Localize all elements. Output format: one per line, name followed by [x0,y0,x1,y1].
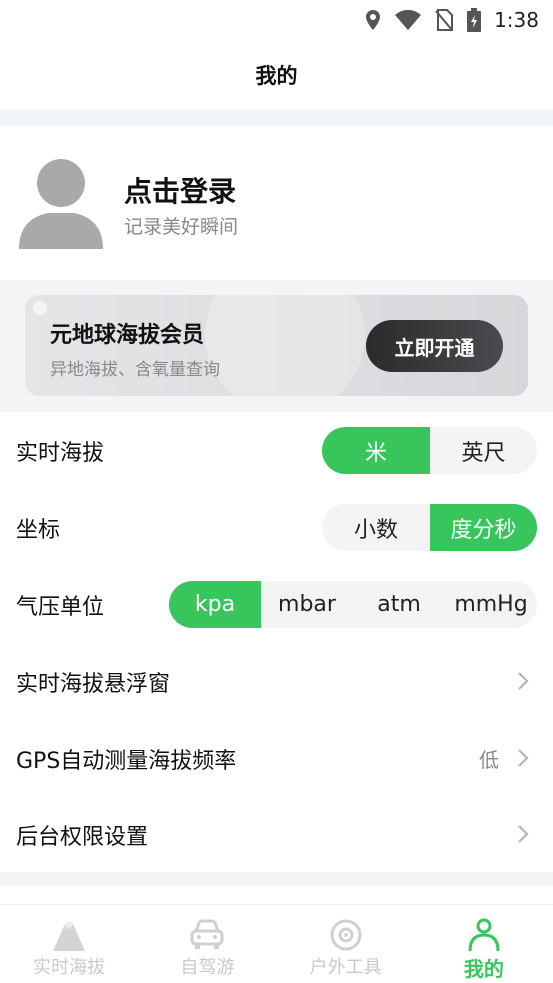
background-permission-row[interactable]: 后台权限设置 [0,796,553,873]
float-window-row[interactable]: 实时海拔悬浮窗 [0,643,553,720]
altitude-option-feet[interactable]: 英尺 [430,427,537,474]
chevron-right-icon [518,825,529,843]
section-divider [0,110,553,126]
pressure-unit-toggle: kpa mbar atm mmHg [169,581,537,628]
section-divider [0,872,553,886]
pressure-option-mmhg[interactable]: mmHg [445,581,537,628]
page-title: 我的 [255,64,298,88]
tab-altitude[interactable]: 实时海拔 [0,905,138,983]
altitude-unit-toggle: 米 英尺 [322,427,537,474]
avatar-icon[interactable] [18,155,104,249]
altitude-option-meter[interactable]: 米 [322,427,430,474]
tab-mine[interactable]: 我的 [415,905,553,983]
pressure-unit-label: 气压单位 [16,594,105,620]
float-window-label: 实时海拔悬浮窗 [16,671,171,697]
no-sim-icon [435,9,454,31]
tab-label: 自驾游 [180,957,235,978]
bottom-tab-bar: 实时海拔 自驾游 户外工具 我的 [0,904,553,983]
vip-subtitle: 异地海拔、含氧量查询 [50,360,220,380]
gps-frequency-label: GPS自动测量海拔频率 [16,748,237,774]
tab-label: 我的 [463,957,504,981]
coordinate-format-toggle: 小数 度分秒 [322,504,537,551]
gps-frequency-value: 低 [479,748,499,772]
vip-decoration [205,295,365,396]
tab-road-trip[interactable]: 自驾游 [138,905,276,983]
coordinate-format-label: 坐标 [16,517,61,543]
tab-label: 户外工具 [309,957,382,978]
altitude-unit-row: 实时海拔 米 英尺 [0,412,553,489]
vip-title: 元地球海拔会员 [50,323,205,348]
car-icon [187,917,227,953]
pressure-unit-row: 气压单位 kpa mbar atm mmHg [0,566,553,643]
wifi-icon [395,9,422,30]
chevron-right-icon [518,672,529,690]
altitude-unit-label: 实时海拔 [16,440,105,466]
vip-decoration-dot [33,301,47,315]
location-icon [366,10,381,30]
login-title[interactable]: 点击登录 [124,170,236,210]
compass-icon [326,917,366,953]
battery-icon [467,8,482,32]
tab-outdoor-tools[interactable]: 户外工具 [277,905,415,983]
chevron-right-icon [518,749,529,767]
profile-section[interactable]: 点击登录 记录美好瞬间 [0,126,553,280]
mountain-icon [49,917,89,953]
status-time: 1:38 [494,8,539,32]
status-bar: 1:38 [0,0,553,40]
background-permission-label: 后台权限设置 [16,824,149,850]
vip-card[interactable]: 元地球海拔会员 异地海拔、含氧量查询 立即开通 [25,295,528,396]
login-subtitle: 记录美好瞬间 [124,216,239,238]
coordinate-option-dms[interactable]: 度分秒 [430,504,537,551]
tab-label: 实时海拔 [33,957,106,978]
vip-section: 元地球海拔会员 异地海拔、含氧量查询 立即开通 [0,280,553,412]
pressure-option-mbar[interactable]: mbar [261,581,353,628]
vip-open-button[interactable]: 立即开通 [366,320,503,372]
coordinate-option-decimal[interactable]: 小数 [322,504,430,551]
pressure-option-atm[interactable]: atm [353,581,445,628]
person-icon [464,917,504,953]
gps-frequency-row[interactable]: GPS自动测量海拔频率 低 [0,720,553,797]
coordinate-format-row: 坐标 小数 度分秒 [0,489,553,566]
pressure-option-kpa[interactable]: kpa [169,581,261,628]
title-bar: 我的 [0,40,553,110]
